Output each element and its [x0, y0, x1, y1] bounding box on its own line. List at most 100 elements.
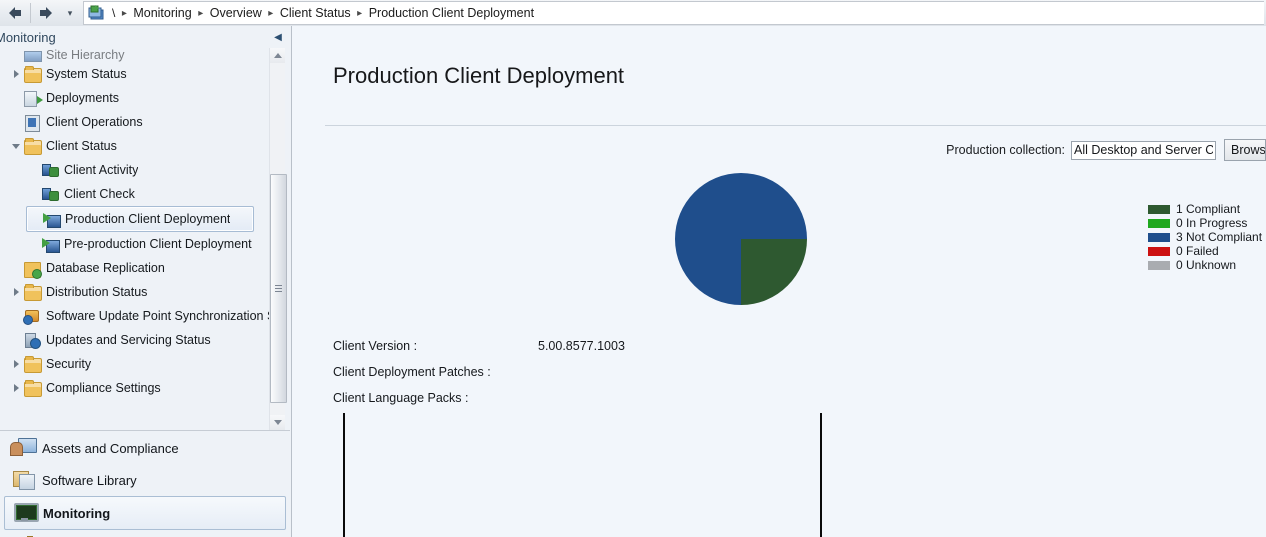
collapse-pane-button[interactable]: ◀ [269, 28, 287, 46]
breadcrumb-separator: ▸ [198, 7, 204, 19]
breadcrumb-item-overview[interactable]: Overview [207, 5, 265, 21]
chevron-down-icon: ▾ [67, 7, 73, 18]
navigation-tree-scrollbar[interactable] [269, 48, 287, 430]
tree-item-label: Client Activity [64, 163, 139, 177]
breadcrumb-item-monitoring[interactable]: Monitoring [130, 5, 194, 21]
tree-item-label: Site Hierarchy [46, 48, 125, 62]
legend-item: 0 Failed [1148, 244, 1262, 258]
tree-item-label: Security [46, 357, 92, 371]
workspace-monitoring[interactable]: Monitoring [4, 496, 286, 530]
tree-item-label: Software Update Point Synchronization St… [46, 309, 272, 323]
breadcrumb-separator: ▸ [357, 7, 363, 19]
tree-item-pre-production-client-deployment[interactable]: Pre-production Client Deployment [26, 232, 272, 256]
tree-expander-closed-icon[interactable] [8, 360, 24, 368]
tree-item-label: Deployments [46, 91, 119, 105]
client-operations-icon [24, 114, 41, 132]
detail-key: Client Deployment Patches : [333, 365, 491, 379]
tree-item-system-status[interactable]: System Status [8, 62, 272, 86]
assets-compliance-icon [10, 436, 38, 460]
history-dropdown-button[interactable]: ▾ [61, 1, 79, 25]
folder-icon [24, 380, 42, 397]
deployment-details: Client Version : 5.00.8577.1003 Client Dep… [333, 339, 933, 417]
legend-label: 3 Not Compliant [1176, 230, 1263, 244]
tree-expander-open-icon[interactable] [8, 143, 24, 149]
browse-button[interactable]: Browse [1224, 139, 1266, 161]
workspace-administration[interactable]: Administration [4, 530, 286, 537]
workspace-software-library[interactable]: Software Library [4, 464, 286, 496]
tree-item-production-client-deployment[interactable]: Production Client Deployment [26, 206, 254, 232]
scrollbar-grip-icon [275, 284, 282, 293]
tree-item-software-update-point-synchronization-sta[interactable]: Software Update Point Synchronization St… [8, 304, 272, 328]
legend-swatch [1148, 232, 1170, 242]
legend-label: 0 In Progress [1176, 216, 1248, 230]
tree-item-security[interactable]: Security [8, 352, 272, 376]
page-title: Production Client Deployment [333, 63, 625, 88]
tree-item-database-replication[interactable]: Database Replication [8, 256, 272, 280]
detail-key: Client Version : [333, 339, 418, 353]
legend-item: 0 Unknown [1148, 258, 1262, 272]
breadcrumb-separator: ▸ [121, 7, 127, 19]
breadcrumb-item-client-status[interactable]: Client Status [277, 5, 354, 21]
tree-item-label: Updates and Servicing Status [46, 333, 211, 347]
tree-item-site-hierarchy[interactable]: Site Hierarchy [8, 48, 272, 62]
tree-item-label: Client Status [46, 139, 117, 153]
workspace-label: Assets and Compliance [42, 440, 179, 456]
tree-expander-closed-icon[interactable] [8, 70, 24, 78]
legend-swatch [1148, 218, 1170, 228]
chart-axis-left [343, 413, 345, 537]
navigation-bar: ▾ \ ▸ Monitoring ▸ Overview ▸ Client Sta… [0, 0, 1266, 27]
legend-label: 1 Compliant [1176, 202, 1241, 216]
tree-item-client-activity[interactable]: Client Activity [26, 158, 272, 182]
chart-axis-right [820, 413, 822, 537]
tree-item-distribution-status[interactable]: Distribution Status [8, 280, 272, 304]
tree-item-label: Compliance Settings [46, 381, 161, 395]
tree-item-client-status[interactable]: Client Status [8, 134, 272, 158]
back-arrow-icon [6, 5, 24, 21]
tree-item-label: Production Client Deployment [65, 212, 231, 226]
tree-expander-closed-icon[interactable] [8, 288, 24, 296]
collection-input[interactable] [1071, 140, 1216, 160]
breadcrumb-item-production-client-deployment[interactable]: Production Client Deployment [366, 5, 537, 21]
legend-label: 0 Failed [1176, 244, 1219, 258]
workspace-assets-and-compliance[interactable]: Assets and Compliance [4, 432, 286, 464]
detail-row: Client Version : 5.00.8577.1003 [333, 339, 933, 365]
collection-label: Production collection: [946, 143, 1065, 157]
tree-item-deployments[interactable]: Deployments [8, 86, 272, 110]
legend-item: 0 In Progress [1148, 216, 1262, 230]
forward-button[interactable] [31, 1, 61, 25]
tree-item-label: Client Operations [46, 115, 143, 129]
collection-selector-row: Production collection: Browse [946, 139, 1266, 161]
breadcrumb-separator: ▸ [268, 7, 274, 19]
scrollbar-thumb[interactable] [270, 174, 287, 403]
main-content: Production Client Deployment Production … [292, 26, 1266, 537]
pie-slice-compliant [741, 239, 807, 305]
legend-swatch [1148, 260, 1170, 270]
back-button[interactable] [0, 1, 30, 25]
workspace-navigation: Assets and Compliance Software Library Mon… [0, 432, 290, 537]
tree-expander-closed-icon[interactable] [8, 384, 24, 392]
title-divider [325, 125, 1266, 126]
tree-item-compliance-settings[interactable]: Compliance Settings [8, 376, 272, 400]
pie-chart-svg [675, 173, 807, 305]
scroll-down-button[interactable] [270, 415, 285, 430]
monitoring-icon [11, 501, 39, 525]
configuration-manager-console: ▾ \ ▸ Monitoring ▸ Overview ▸ Client Sta… [0, 0, 1266, 537]
client-activity-icon [42, 162, 59, 178]
tree-item-label: System Status [46, 67, 127, 81]
breadcrumb[interactable]: \ ▸ Monitoring ▸ Overview ▸ Client Statu… [83, 1, 1264, 25]
tree-item-client-operations[interactable]: Client Operations [8, 110, 272, 134]
navigation-tree[interactable]: Site Hierarchy System Status Deployments Cl… [0, 48, 290, 431]
navigation-pane-title: Monitoring [0, 29, 56, 45]
breadcrumb-root: \ [112, 6, 116, 20]
detail-key: Client Language Packs : [333, 391, 469, 405]
production-client-deployment-icon [43, 211, 61, 228]
workspace-label: Software Library [42, 472, 137, 488]
workspace-label: Monitoring [43, 505, 111, 521]
tree-item-updates-and-servicing-status[interactable]: Updates and Servicing Status [8, 328, 272, 352]
scroll-up-button[interactable] [270, 48, 285, 63]
database-replication-icon [24, 260, 42, 279]
client-deployment-pie-chart [674, 172, 808, 306]
preproduction-client-deployment-icon [42, 236, 60, 253]
tree-item-client-check[interactable]: Client Check [26, 182, 272, 206]
navigation-pane-header: Monitoring ◀ [0, 26, 291, 48]
